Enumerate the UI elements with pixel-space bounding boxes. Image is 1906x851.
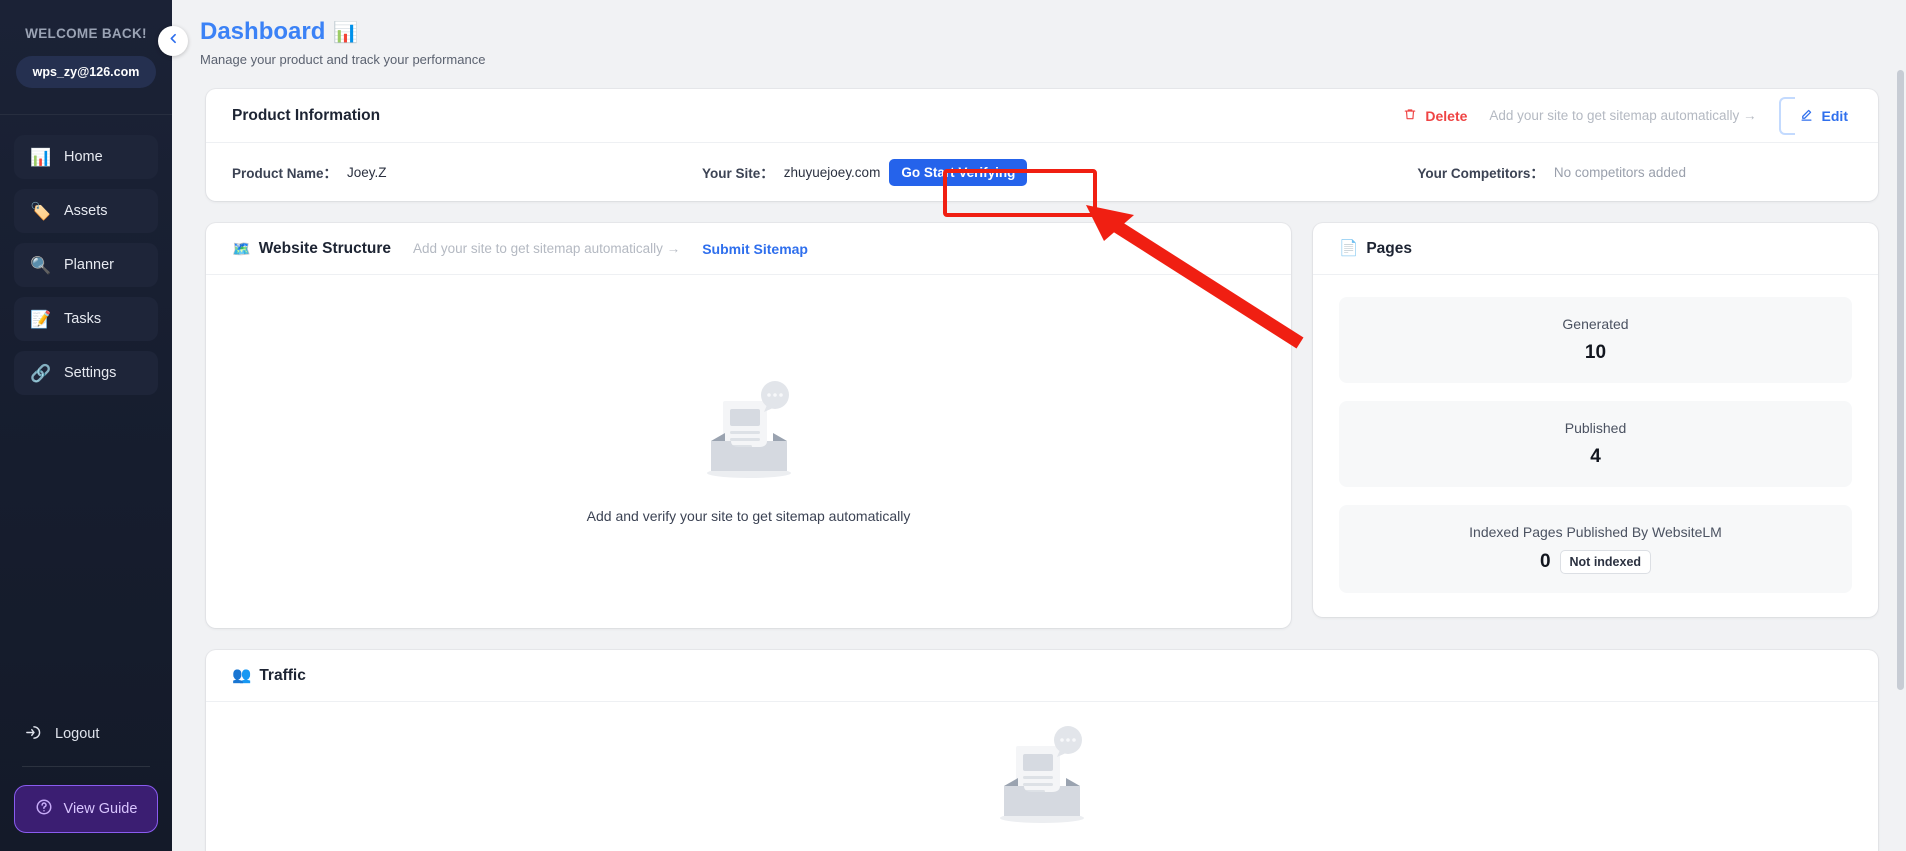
sidebar-item-tasks[interactable]: 📝 Tasks — [14, 297, 158, 341]
stat-value: 10 — [1584, 342, 1607, 363]
product-name-value: Joey.Z — [347, 164, 387, 180]
traffic-title: 👥 Traffic — [232, 666, 306, 685]
website-structure-empty-state: Add and verify your site to get sitemap … — [206, 275, 1291, 628]
website-structure-title: 🗺️ Website Structure — [232, 240, 391, 258]
pages-header: 📄 Pages — [1313, 223, 1878, 275]
delete-label: Delete — [1425, 107, 1468, 124]
pencil-icon — [1799, 107, 1814, 125]
edit-button-wrapper: Edit — [1778, 96, 1848, 135]
stat-generated: Generated 10 — [1339, 297, 1852, 383]
stat-published: Published 4 — [1339, 401, 1852, 487]
logout-icon — [24, 724, 41, 745]
edit-label: Edit — [1821, 107, 1848, 124]
empty-inbox-icon — [689, 379, 809, 492]
go-start-verifying-button[interactable]: Go Start Verifying — [889, 158, 1028, 186]
pages-title-text: Pages — [1366, 239, 1412, 257]
dashboard-row-2: 🗺️ Website Structure Add your site to ge… — [206, 223, 1878, 628]
product-information-actions: Delete Add your site to get sitemap auto… — [1403, 96, 1848, 135]
website-structure-card: 🗺️ Website Structure Add your site to ge… — [206, 223, 1291, 628]
website-structure-empty-text: Add and verify your site to get sitemap … — [586, 508, 911, 524]
trash-icon — [1403, 107, 1417, 124]
your-site-value: zhuyuejoey.com — [783, 164, 881, 180]
submit-sitemap-button[interactable]: Submit Sitemap — [702, 241, 808, 257]
sidebar-nav: 📊 Home 🏷️ Assets 🔍 Planner 📝 Tasks 🔗 Set… — [0, 115, 172, 395]
chevron-left-icon — [167, 32, 180, 50]
sidebar-item-label: Tasks — [64, 311, 102, 327]
sidebar-item-settings[interactable]: 🔗 Settings — [14, 351, 158, 395]
page-subtitle: Manage your product and track your perfo… — [200, 52, 486, 67]
stat-label: Generated — [1562, 316, 1629, 332]
your-competitors-value: No competitors added — [1553, 164, 1686, 180]
website-structure-title-text: Website Structure — [258, 239, 392, 257]
product-information-title: Product Information — [232, 106, 381, 124]
traffic-empty-state — [206, 702, 1878, 837]
sidebar-welcome-text: WELCOME BACK! — [25, 26, 147, 41]
label-tag-icon: 🏷️ — [30, 201, 52, 221]
traffic-header: 👥 Traffic — [206, 650, 1878, 702]
sitemap-hint-link[interactable]: Add your site to get sitemap automatical… — [1489, 108, 1756, 123]
product-information-header: Product Information Delete Add your site… — [206, 89, 1878, 143]
bar-chart-icon: 📊 — [333, 21, 359, 44]
sidebar-item-assets[interactable]: 🏷️ Assets — [14, 189, 158, 233]
pages-card: 📄 Pages Generated 10 Published 4 Indexed… — [1313, 223, 1878, 617]
question-circle-icon — [35, 798, 53, 820]
stat-value: 4 — [1590, 446, 1601, 467]
pages-stats: Generated 10 Published 4 Indexed Pages P… — [1313, 275, 1878, 617]
sidebar-item-label: Planner — [64, 257, 114, 273]
dashboard-app: WELCOME BACK! wps_zy@126.com 📊 Home 🏷️ A… — [0, 0, 1906, 851]
traffic-title-text: Traffic — [259, 666, 306, 684]
logout-button[interactable]: Logout — [0, 714, 172, 754]
sidebar-item-home[interactable]: 📊 Home — [14, 135, 158, 179]
product-name-field: Product Name： Joey.Z — [232, 162, 702, 182]
delete-button[interactable]: Delete — [1403, 107, 1467, 124]
your-site-field: Your Site： zhuyuejoey.com Go Start Verif… — [702, 158, 1028, 186]
main-area: Dashboard 📊 Manage your product and trac… — [172, 0, 1906, 851]
pages-title: 📄 Pages — [1339, 239, 1412, 258]
page-title: Dashboard 📊 — [200, 18, 1906, 46]
website-structure-header: 🗺️ Website Structure Add your site to ge… — [206, 223, 1291, 275]
vertical-scrollbar[interactable] — [1897, 70, 1904, 690]
bar-chart-icon: 📊 — [30, 147, 52, 167]
sidebar-user-email[interactable]: wps_zy@126.com — [16, 56, 156, 88]
sidebar-collapse-button[interactable] — [158, 26, 188, 56]
your-site-label: Your Site： — [702, 166, 774, 181]
view-guide-button[interactable]: View Guide — [14, 785, 158, 833]
sidebar-item-label: Home — [64, 149, 103, 165]
link-icon: 🔗 — [30, 363, 52, 383]
stat-value: 0 — [1539, 551, 1551, 572]
page-document-icon: 📄 — [1339, 240, 1359, 257]
stat-label: Indexed Pages Published By WebsiteLM — [1469, 524, 1722, 540]
product-name-label: Product Name： — [232, 166, 338, 181]
product-information-body: Product Name： Joey.Z Your Site： zhuyuejo… — [206, 143, 1878, 201]
people-icon: 👥 — [232, 667, 252, 684]
stat-indexed-pages: Indexed Pages Published By WebsiteLM 0 N… — [1339, 505, 1852, 593]
stat-label: Published — [1564, 420, 1627, 436]
your-competitors-label: Your Competitors： — [1417, 166, 1544, 181]
status-badge: Not indexed — [1559, 550, 1652, 574]
page-header: Dashboard 📊 Manage your product and trac… — [172, 0, 1906, 67]
traffic-card: 👥 Traffic — [206, 650, 1878, 851]
content-scroll-area: Product Information Delete Add your site… — [172, 67, 1906, 851]
magnifier-icon: 🔍 — [30, 255, 52, 275]
sidebar-footer-divider — [22, 766, 150, 767]
view-guide-label: View Guide — [63, 801, 138, 817]
memo-icon: 📝 — [30, 309, 52, 329]
product-information-card: Product Information Delete Add your site… — [206, 89, 1878, 201]
page-title-text: Dashboard — [200, 18, 326, 45]
website-structure-sitemap-hint[interactable]: Add your site to get sitemap automatical… — [413, 241, 680, 256]
sidebar: WELCOME BACK! wps_zy@126.com 📊 Home 🏷️ A… — [0, 0, 172, 851]
world-map-icon: 🗺️ — [232, 240, 251, 258]
stat-value-row: 0 Not indexed — [1339, 550, 1852, 574]
sidebar-item-planner[interactable]: 🔍 Planner — [14, 243, 158, 287]
sidebar-item-label: Settings — [64, 365, 117, 381]
edit-button[interactable]: Edit — [1799, 107, 1848, 125]
your-competitors-field: Your Competitors： No competitors added — [1417, 162, 1686, 182]
sidebar-item-label: Assets — [64, 203, 108, 219]
empty-inbox-icon — [982, 724, 1102, 837]
logout-label: Logout — [55, 726, 100, 742]
